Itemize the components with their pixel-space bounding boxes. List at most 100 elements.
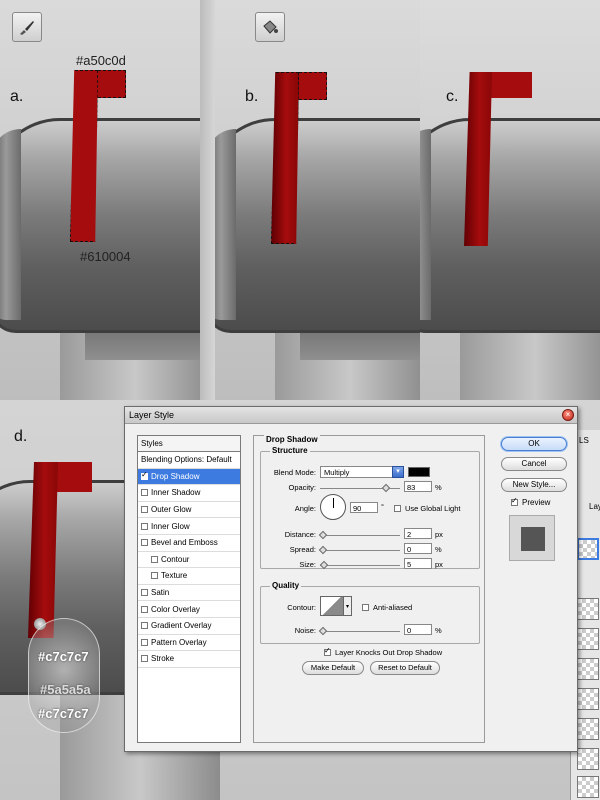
style-checkbox[interactable] [141, 638, 148, 646]
style-checkbox[interactable] [151, 572, 158, 580]
opacity-input[interactable]: 83 [404, 481, 432, 492]
blend-mode-select[interactable]: Multiply ▾ [320, 466, 404, 478]
layer-thumb[interactable] [577, 748, 599, 770]
style-checkbox[interactable] [141, 489, 148, 497]
style-item-label: Stroke [151, 654, 175, 664]
distance-label: Distance: [284, 530, 316, 539]
style-item-bevel-and-emboss[interactable]: Bevel and Emboss [138, 535, 240, 552]
paint-bucket-tool-button[interactable] [255, 12, 285, 42]
style-item-label: Texture [161, 571, 188, 581]
make-default-button[interactable]: Make Default [302, 661, 364, 675]
knocks-out-checkbox[interactable] [324, 646, 331, 656]
chevron-down-icon[interactable]: ▾ [344, 596, 352, 616]
style-checkbox[interactable] [141, 539, 148, 547]
layer-thumb-selected[interactable] [577, 538, 599, 560]
size-label: Size: [299, 560, 316, 569]
rivet-highlight-color-label: #c7c7c7 [38, 649, 89, 664]
style-item-label: Blending Options: Default [141, 455, 232, 465]
style-checkbox[interactable] [141, 522, 148, 530]
style-checkbox[interactable] [141, 470, 148, 480]
step-a-panel: a. #a50c0d #610004 [0, 0, 200, 400]
style-checkbox[interactable] [141, 655, 148, 663]
style-checkbox[interactable] [151, 555, 158, 563]
spread-label: Spread: [289, 545, 316, 554]
style-item-outer-glow[interactable]: Outer Glow [138, 502, 240, 519]
style-item-label: Inner Glow [151, 521, 190, 531]
spread-input[interactable]: 0 [404, 543, 432, 554]
style-item-contour[interactable]: Contour [138, 552, 240, 569]
style-item-inner-glow[interactable]: Inner Glow [138, 518, 240, 535]
flag-pole [464, 72, 492, 246]
size-slider[interactable] [319, 560, 400, 570]
style-item-blending-options-default[interactable]: Blending Options: Default [138, 452, 240, 469]
blend-mode-label: Blend Mode: [273, 468, 316, 477]
rivet-center-color-label: #5a5a5a [40, 682, 91, 697]
contour-label: Contour: [287, 603, 316, 612]
distance-slider[interactable] [318, 530, 400, 540]
close-icon[interactable]: × [562, 409, 574, 421]
noise-slider[interactable] [318, 626, 400, 636]
layer-thumb[interactable] [577, 598, 599, 620]
size-input[interactable]: 5 [404, 558, 432, 569]
mailbox [0, 118, 200, 333]
spread-slider[interactable] [318, 545, 400, 555]
angle-dial[interactable] [320, 494, 346, 520]
style-item-color-overlay[interactable]: Color Overlay [138, 601, 240, 618]
noise-input[interactable]: 0 [404, 624, 432, 635]
noise-unit: % [435, 626, 442, 635]
opacity-slider[interactable] [320, 483, 400, 493]
brush-icon [20, 21, 34, 35]
reset-to-default-button[interactable]: Reset to Default [370, 661, 440, 675]
chevron-down-icon: ▾ [392, 466, 404, 478]
style-checkbox[interactable] [141, 622, 148, 630]
style-item-gradient-overlay[interactable]: Gradient Overlay [138, 618, 240, 635]
mailbox [420, 118, 600, 333]
knocks-out-label: Layer Knocks Out Drop Shadow [335, 648, 443, 657]
shadow-color-swatch[interactable] [408, 467, 430, 477]
section-title: Drop Shadow [264, 435, 320, 444]
layer-thumb[interactable] [577, 688, 599, 710]
flag-bottom-color-label: #610004 [80, 249, 131, 264]
step-c-panel: c. [420, 0, 600, 400]
ok-button[interactable]: OK [501, 437, 567, 451]
use-global-light-checkbox[interactable] [394, 505, 401, 512]
style-item-label: Inner Shadow [151, 488, 201, 498]
style-checkbox[interactable] [141, 506, 148, 514]
style-item-inner-shadow[interactable]: Inner Shadow [138, 485, 240, 502]
brush-tool-button[interactable] [12, 12, 42, 42]
flag-pole-gradient [271, 72, 299, 244]
style-item-texture[interactable]: Texture [138, 568, 240, 585]
structure-title: Structure [270, 446, 310, 455]
cancel-button[interactable]: Cancel [501, 457, 567, 471]
layer-thumb[interactable] [577, 628, 599, 650]
style-item-drop-shadow[interactable]: Drop Shadow [138, 468, 240, 486]
size-unit: px [435, 560, 443, 569]
style-item-label: Satin [151, 588, 170, 598]
new-style-button[interactable]: New Style... [501, 478, 567, 492]
quality-group [260, 586, 480, 644]
style-checkbox[interactable] [141, 605, 148, 613]
styles-list: Styles Blending Options: Default Drop Sha… [137, 435, 241, 743]
style-item-pattern-overlay[interactable]: Pattern Overlay [138, 635, 240, 652]
style-checkbox[interactable] [141, 589, 148, 597]
spread-unit: % [435, 545, 442, 554]
style-item-label: Drop Shadow [151, 471, 200, 481]
style-item-label: Pattern Overlay [151, 637, 207, 647]
distance-input[interactable]: 2 [404, 528, 432, 539]
dialog-titlebar[interactable]: Layer Style × [125, 407, 577, 424]
drop-shadow-settings: Drop Shadow Structure Blend Mode: Multip… [253, 435, 485, 743]
layer-thumb[interactable] [577, 658, 599, 680]
opacity-label: Opacity: [288, 483, 316, 492]
preview-checkbox[interactable] [511, 496, 518, 506]
style-item-stroke[interactable]: Stroke [138, 651, 240, 668]
layer-thumb[interactable] [577, 718, 599, 740]
layer-thumb[interactable] [577, 776, 599, 798]
flag-selection-pole [70, 70, 98, 242]
layers-tab[interactable]: LS [579, 436, 589, 445]
contour-picker[interactable] [320, 596, 344, 616]
angle-input[interactable]: 90 [350, 502, 378, 513]
styles-header[interactable]: Styles [138, 436, 240, 452]
step-c-label: c. [446, 88, 459, 105]
style-item-satin[interactable]: Satin [138, 585, 240, 602]
anti-aliased-checkbox[interactable] [362, 604, 369, 611]
